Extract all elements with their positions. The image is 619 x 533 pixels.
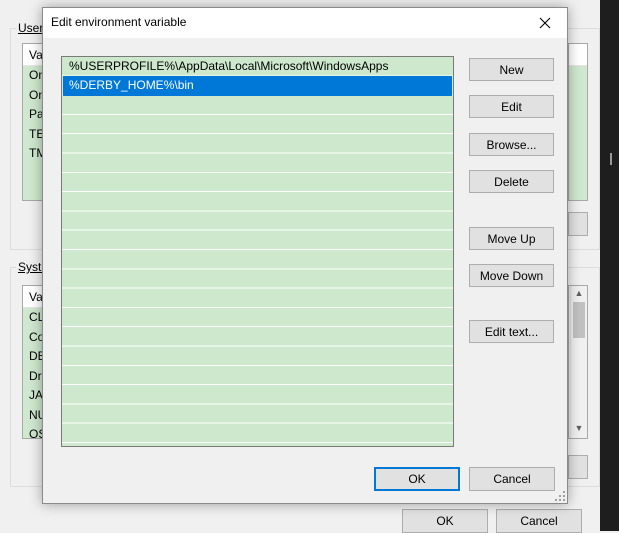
resize-grip-icon[interactable] [553, 489, 565, 501]
ok-button[interactable]: OK [374, 467, 460, 491]
system-delete-button-partial[interactable] [568, 455, 588, 479]
new-button[interactable]: New [469, 58, 554, 81]
close-button[interactable] [523, 8, 567, 38]
user-delete-button-partial[interactable] [568, 212, 588, 236]
background-ok-button[interactable]: OK [402, 509, 488, 533]
move-down-button[interactable]: Move Down [469, 264, 554, 287]
background-dark-region [600, 0, 619, 531]
path-entry[interactable]: %DERBY_HOME%\bin [63, 76, 452, 96]
user-list-header-edge [569, 44, 587, 66]
user-variables-label: User [16, 21, 46, 35]
dialog-title-bar[interactable]: Edit environment variable [43, 8, 567, 38]
chevron-down-icon[interactable]: ▼ [571, 423, 587, 433]
edit-text-button[interactable]: Edit text... [469, 320, 554, 343]
system-list-scrollbar[interactable]: ▲ ▼ [570, 286, 587, 438]
dialog-title: Edit environment variable [51, 15, 187, 29]
move-up-button[interactable]: Move Up [469, 227, 554, 250]
user-variables-list-right-edge [568, 43, 588, 201]
edit-environment-variable-dialog: Edit environment variable %USERPROFILE%\… [42, 7, 568, 504]
scrollbar-thumb[interactable] [573, 302, 585, 338]
background-cancel-button[interactable]: Cancel [496, 509, 582, 533]
delete-button[interactable]: Delete [469, 170, 554, 193]
path-entries-list[interactable]: %USERPROFILE%\AppData\Local\Microsoft\Wi… [61, 56, 454, 447]
browse-button[interactable]: Browse... [469, 133, 554, 156]
text-cursor-mark [610, 153, 612, 165]
edit-button[interactable]: Edit [469, 95, 554, 118]
cancel-button[interactable]: Cancel [469, 467, 555, 491]
close-icon [539, 17, 551, 29]
path-entry[interactable]: %USERPROFILE%\AppData\Local\Microsoft\Wi… [63, 57, 452, 76]
chevron-up-icon[interactable]: ▲ [571, 288, 587, 298]
